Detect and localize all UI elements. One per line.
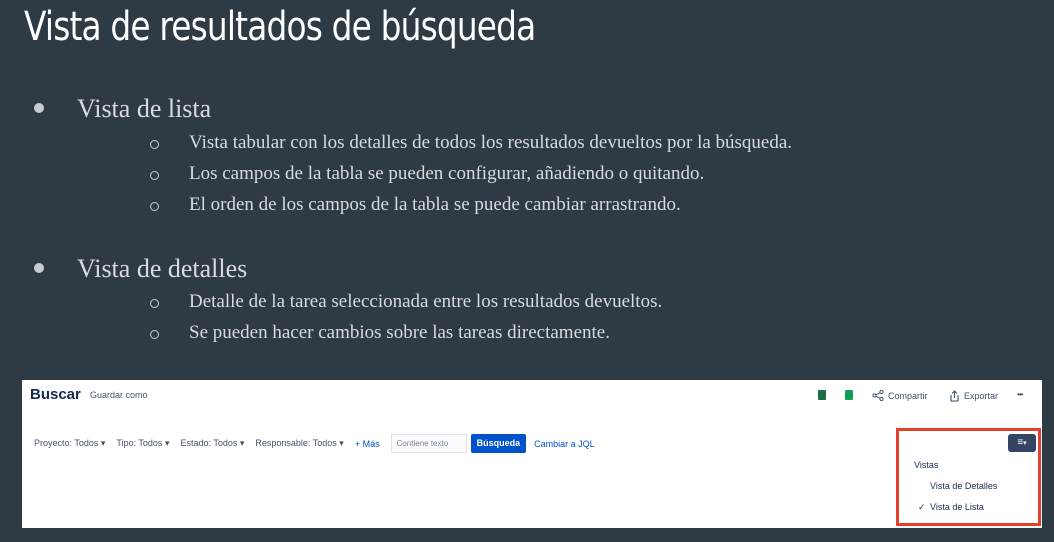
jira-search-screenshot: Buscar Guardar como Compartir Exportar •… <box>22 380 1042 528</box>
more-actions-button[interactable]: ••• <box>1017 390 1023 399</box>
bullet-ring-icon <box>150 171 159 180</box>
page-title: Buscar <box>30 386 81 403</box>
share-label: Compartir <box>888 390 928 401</box>
bullet-heading: Vista de detalles <box>77 254 248 283</box>
sub-bullet-text: El orden de los campos de la tabla se pu… <box>189 194 681 215</box>
filter-estado[interactable]: Estado: Todos ▾ <box>180 438 244 449</box>
text-search-input[interactable]: Contiene texto <box>390 434 467 453</box>
bullet-ring-icon <box>150 202 159 211</box>
sub-bullet-text: Se pueden hacer cambios sobre las tareas… <box>189 322 610 343</box>
bullet-ring-icon <box>150 299 159 308</box>
filter-bar: Proyecto: Todos ▾ Tipo: Todos ▾ Estado: … <box>34 434 595 453</box>
sheets-icon[interactable] <box>845 390 853 400</box>
bullet-heading: Vista de lista <box>77 94 212 123</box>
sub-bullet-text: Vista tabular con los detalles de todos … <box>189 132 793 153</box>
highlight-box <box>896 428 1041 526</box>
export-label: Exportar <box>964 391 999 401</box>
share-icon <box>872 390 884 401</box>
bullet-dot-icon <box>34 103 44 113</box>
bullet-ring-icon <box>150 140 159 149</box>
filter-tipo[interactable]: Tipo: Todos ▾ <box>116 438 169 449</box>
save-as-link[interactable]: Guardar como <box>90 390 148 400</box>
sub-bullet-text: Detalle de la tarea seleccionada entre l… <box>189 291 663 312</box>
bullet-dot-icon <box>34 263 44 273</box>
share-button[interactable]: Compartir <box>872 390 928 401</box>
export-button[interactable]: Exportar <box>949 390 998 402</box>
sub-bullet-text: Los campos de la tabla se pueden configu… <box>189 163 705 184</box>
switch-jql-link[interactable]: Cambiar a JQL <box>534 439 595 449</box>
slide-title: Vista de resultados de búsqueda <box>24 4 536 50</box>
search-button[interactable]: Búsqueda <box>470 434 527 453</box>
more-filters-button[interactable]: + Más <box>355 439 380 449</box>
excel-icon[interactable] <box>818 390 826 400</box>
export-icon <box>950 390 959 402</box>
filter-proyecto[interactable]: Proyecto: Todos ▾ <box>34 438 105 449</box>
bullet-ring-icon <box>150 330 159 339</box>
filter-responsable[interactable]: Responsable: Todos ▾ <box>255 438 343 449</box>
